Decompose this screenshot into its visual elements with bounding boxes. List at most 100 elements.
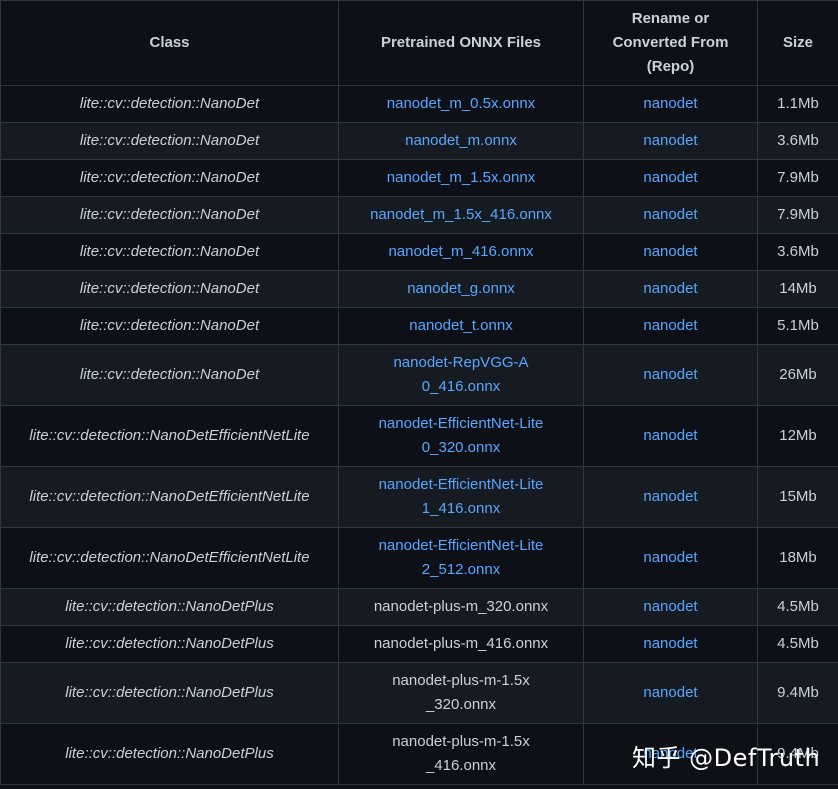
cell-file: nanodet_m.onnx bbox=[338, 122, 584, 160]
file-link[interactable]: nanodet_g.onnx bbox=[407, 280, 515, 297]
cell-class: lite::cv::detection::NanoDetPlus bbox=[0, 662, 339, 724]
file-link[interactable]: nanodet-EfficientNet-Lite2_512.onnx bbox=[376, 534, 546, 582]
cell-class: lite::cv::detection::NanoDet bbox=[0, 196, 339, 234]
table-row: lite::cv::detection::NanoDetPlus nanodet-… bbox=[0, 625, 838, 663]
header-repo-text: Rename or Converted From (Repo) bbox=[612, 10, 729, 75]
table-row: lite::cv::detection::NanoDet nanodet_g.on… bbox=[0, 270, 838, 308]
cell-class: lite::cv::detection::NanoDetEfficientNet… bbox=[0, 405, 339, 467]
cell-class: lite::cv::detection::NanoDetPlus bbox=[0, 625, 339, 663]
table-row: lite::cv::detection::NanoDetPlus nanodet-… bbox=[0, 588, 838, 626]
cell-class: lite::cv::detection::NanoDet bbox=[0, 159, 339, 197]
cell-file: nanodet-EfficientNet-Lite2_512.onnx bbox=[338, 527, 584, 589]
cell-file: nanodet-plus-m-1.5x_416.onnx bbox=[338, 723, 584, 785]
cell-file: nanodet-EfficientNet-Lite1_416.onnx bbox=[338, 466, 584, 528]
cell-class: lite::cv::detection::NanoDetEfficientNet… bbox=[0, 527, 339, 589]
cell-size: 12Mb bbox=[757, 405, 838, 467]
repo-link[interactable]: nanodet bbox=[643, 488, 697, 505]
file-link[interactable]: nanodet_m_416.onnx bbox=[388, 243, 533, 260]
file-link[interactable]: nanodet-EfficientNet-Lite1_416.onnx bbox=[376, 473, 546, 521]
cell-class: lite::cv::detection::NanoDet bbox=[0, 307, 339, 345]
file-link[interactable]: nanodet_m_1.5x.onnx bbox=[387, 169, 535, 186]
header-repo: Rename or Converted From (Repo) bbox=[583, 0, 758, 86]
cell-size: 3.6Mb bbox=[757, 122, 838, 160]
cell-size: 9.4Mb bbox=[757, 662, 838, 724]
file-link[interactable]: nanodet_m.onnx bbox=[405, 132, 517, 149]
cell-file: nanodet-EfficientNet-Lite0_320.onnx bbox=[338, 405, 584, 467]
cell-repo: nanodet bbox=[583, 233, 758, 271]
table-row: lite::cv::detection::NanoDet nanodet_m.on… bbox=[0, 122, 838, 160]
repo-link[interactable]: nanodet bbox=[643, 366, 697, 383]
cell-class: lite::cv::detection::NanoDetPlus bbox=[0, 588, 339, 626]
file-name: nanodet-plus-m_320.onnx bbox=[373, 598, 549, 615]
cell-repo: nanodet bbox=[583, 405, 758, 467]
file-link[interactable]: nanodet-EfficientNet-Lite0_320.onnx bbox=[376, 412, 546, 460]
table-row: lite::cv::detection::NanoDet nanodet_m_1.… bbox=[0, 159, 838, 197]
table-row: lite::cv::detection::NanoDetPlus nanodet-… bbox=[0, 662, 838, 724]
table-body: lite::cv::detection::NanoDet nanodet_m_0.… bbox=[0, 85, 838, 785]
file-link[interactable]: nanodet-RepVGG-A0_416.onnx bbox=[391, 351, 531, 399]
cell-file: nanodet-RepVGG-A0_416.onnx bbox=[338, 344, 584, 406]
cell-size: 15Mb bbox=[757, 466, 838, 528]
file-link[interactable]: nanodet_m_1.5x_416.onnx bbox=[370, 206, 552, 223]
cell-repo: nanodet bbox=[583, 270, 758, 308]
file-link[interactable]: nanodet_m_0.5x.onnx bbox=[387, 95, 535, 112]
file-name: nanodet-plus-m-1.5x_320.onnx bbox=[392, 672, 530, 713]
header-class: Class bbox=[0, 0, 339, 86]
cell-repo: nanodet bbox=[583, 307, 758, 345]
cell-size: 4.5Mb bbox=[757, 625, 838, 663]
cell-repo: nanodet bbox=[583, 122, 758, 160]
repo-link[interactable]: nanodet bbox=[643, 317, 697, 334]
cell-file: nanodet-plus-m_320.onnx bbox=[338, 588, 584, 626]
repo-link[interactable]: nanodet bbox=[643, 549, 697, 566]
cell-size: 14Mb bbox=[757, 270, 838, 308]
cell-size: 4.5Mb bbox=[757, 588, 838, 626]
repo-link[interactable]: nanodet bbox=[643, 427, 697, 444]
cell-class: lite::cv::detection::NanoDetEfficientNet… bbox=[0, 466, 339, 528]
header-pretrained-files: Pretrained ONNX Files bbox=[338, 0, 584, 86]
repo-link[interactable]: nanodet bbox=[643, 635, 697, 652]
watermark: 知乎 @DefTruth bbox=[632, 744, 821, 772]
repo-link[interactable]: nanodet bbox=[643, 95, 697, 112]
repo-link[interactable]: nanodet bbox=[643, 280, 697, 297]
repo-link[interactable]: nanodet bbox=[643, 684, 697, 701]
cell-size: 5.1Mb bbox=[757, 307, 838, 345]
table-row: lite::cv::detection::NanoDet nanodet-RepV… bbox=[0, 344, 838, 406]
table-row: lite::cv::detection::NanoDet nanodet_m_1.… bbox=[0, 196, 838, 234]
cell-class: lite::cv::detection::NanoDet bbox=[0, 233, 339, 271]
cell-file: nanodet-plus-m-1.5x_320.onnx bbox=[338, 662, 584, 724]
cell-size: 7.9Mb bbox=[757, 196, 838, 234]
table-row: lite::cv::detection::NanoDet nanodet_m_41… bbox=[0, 233, 838, 271]
cell-file: nanodet-plus-m_416.onnx bbox=[338, 625, 584, 663]
cell-class: lite::cv::detection::NanoDet bbox=[0, 85, 339, 123]
cell-file: nanodet_m_1.5x_416.onnx bbox=[338, 196, 584, 234]
table-row: lite::cv::detection::NanoDet nanodet_m_0.… bbox=[0, 85, 838, 123]
header-size: Size bbox=[757, 0, 838, 86]
table-header-row: Class Pretrained ONNX Files Rename or Co… bbox=[0, 0, 838, 86]
repo-link[interactable]: nanodet bbox=[643, 243, 697, 260]
repo-link[interactable]: nanodet bbox=[643, 169, 697, 186]
repo-link[interactable]: nanodet bbox=[643, 132, 697, 149]
cell-repo: nanodet bbox=[583, 466, 758, 528]
table-row: lite::cv::detection::NanoDet nanodet_t.on… bbox=[0, 307, 838, 345]
cell-class: lite::cv::detection::NanoDet bbox=[0, 270, 339, 308]
cell-file: nanodet_m_416.onnx bbox=[338, 233, 584, 271]
cell-repo: nanodet bbox=[583, 588, 758, 626]
cell-size: 26Mb bbox=[757, 344, 838, 406]
cell-repo: nanodet bbox=[583, 159, 758, 197]
cell-file: nanodet_g.onnx bbox=[338, 270, 584, 308]
cell-size: 1.1Mb bbox=[757, 85, 838, 123]
models-table: Class Pretrained ONNX Files Rename or Co… bbox=[0, 0, 838, 785]
table-row: lite::cv::detection::NanoDetEfficientNet… bbox=[0, 466, 838, 528]
cell-repo: nanodet bbox=[583, 85, 758, 123]
cell-size: 3.6Mb bbox=[757, 233, 838, 271]
cell-repo: nanodet bbox=[583, 527, 758, 589]
cell-size: 18Mb bbox=[757, 527, 838, 589]
cell-file: nanodet_m_1.5x.onnx bbox=[338, 159, 584, 197]
repo-link[interactable]: nanodet bbox=[643, 206, 697, 223]
cell-repo: nanodet bbox=[583, 625, 758, 663]
repo-link[interactable]: nanodet bbox=[643, 598, 697, 615]
cell-file: nanodet_t.onnx bbox=[338, 307, 584, 345]
file-name: nanodet-plus-m-1.5x_416.onnx bbox=[392, 733, 530, 774]
table-row: lite::cv::detection::NanoDetEfficientNet… bbox=[0, 405, 838, 467]
file-link[interactable]: nanodet_t.onnx bbox=[409, 317, 512, 334]
